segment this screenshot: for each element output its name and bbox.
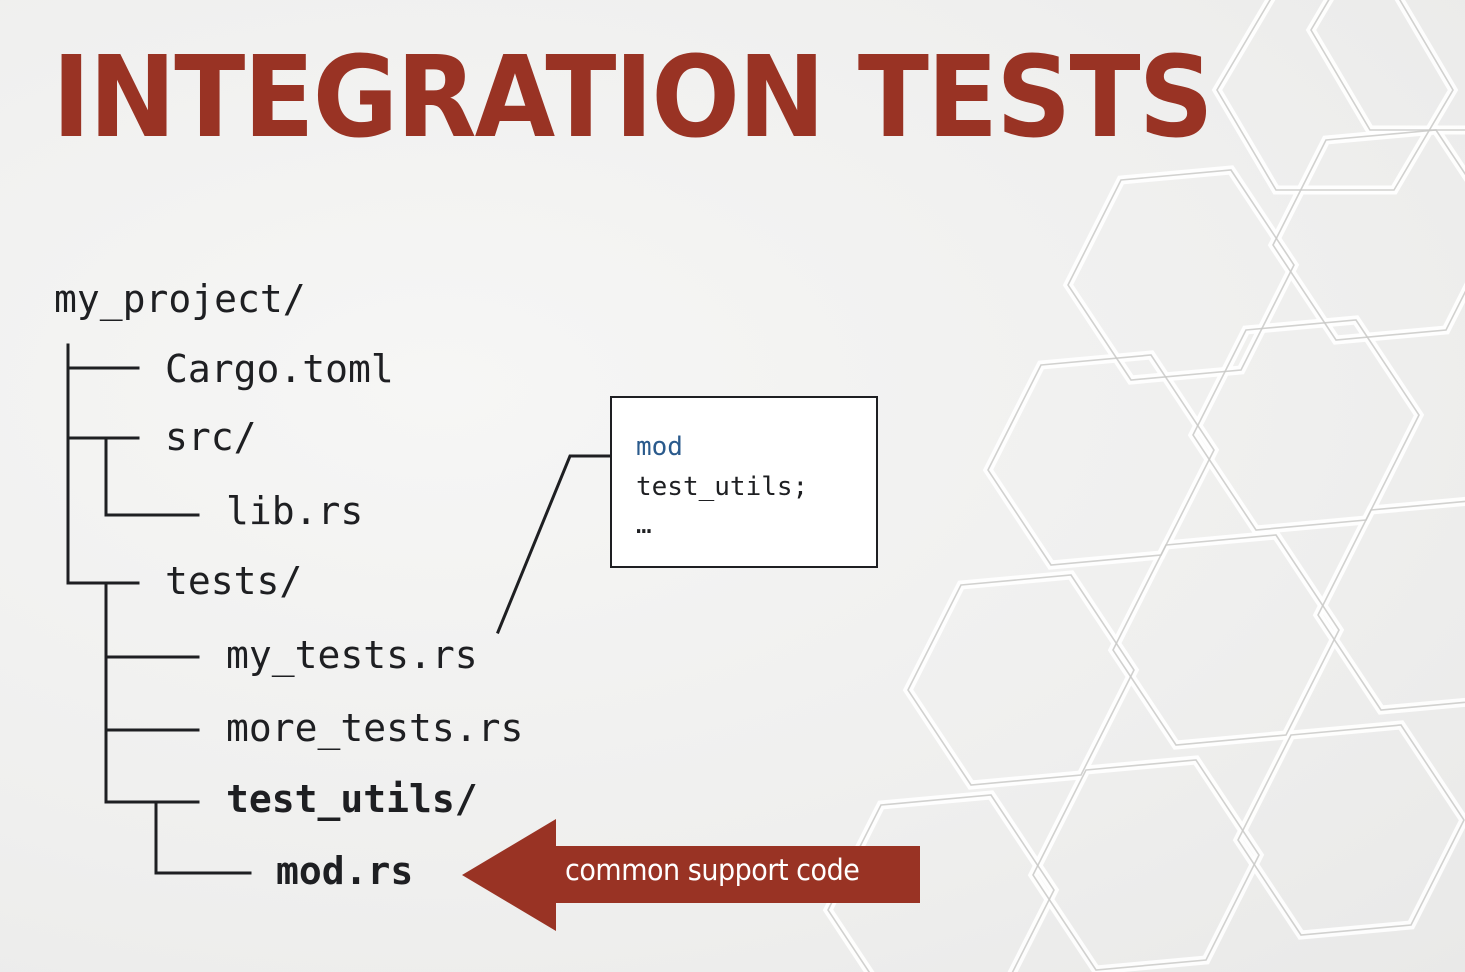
callout-label: common support code [565, 853, 860, 887]
tree-node-src: src/ [165, 415, 257, 459]
tree-node-my-tests-rs: my_tests.rs [226, 633, 478, 677]
tree-node-lib-rs: lib.rs [226, 489, 364, 533]
code-snippet-box: mod test_utils; … [610, 396, 878, 568]
tree-node-more-tests-rs: more_tests.rs [226, 706, 524, 750]
code-line-test-utils: test_utils; [636, 472, 809, 502]
code-line-ellipsis: … [636, 510, 652, 540]
tree-node-my-project: my_project/ [54, 277, 306, 321]
code-keyword-mod: mod [636, 432, 683, 462]
tree-node-test-utils: test_utils/ [226, 777, 478, 821]
tree-node-mod-rs: mod.rs [276, 849, 414, 893]
tree-node-tests: tests/ [165, 559, 303, 603]
tree-node-cargo-toml: Cargo.toml [165, 347, 394, 391]
slide: INTEGRATION TESTS my_project/ Cargo.toml… [0, 0, 1465, 972]
